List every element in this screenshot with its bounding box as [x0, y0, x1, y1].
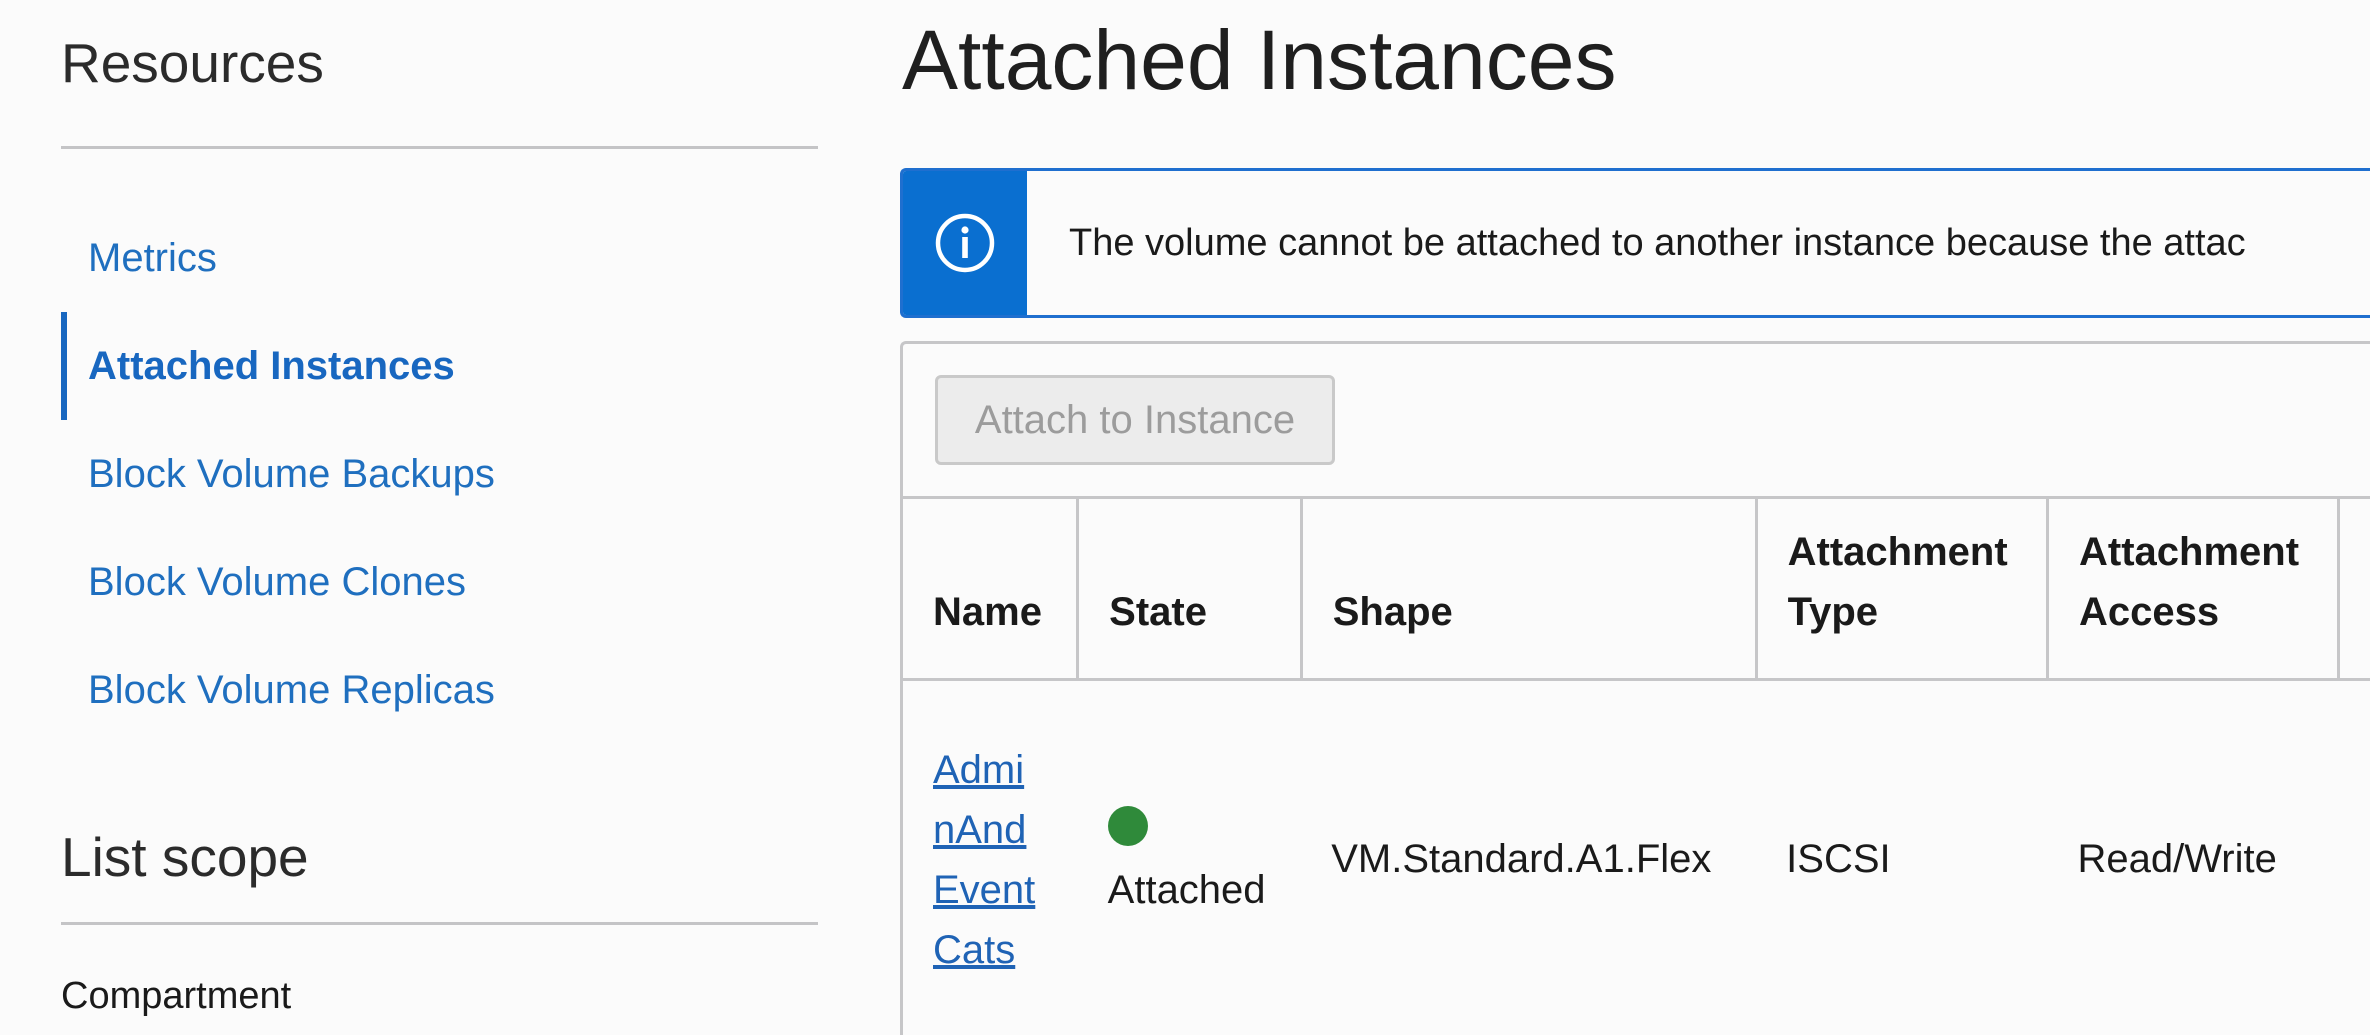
table-header-row: Name State Shape Attachment Type Attachm…: [903, 499, 2370, 681]
column-header-attachment-type[interactable]: Attachment Type: [1756, 499, 2050, 681]
page-title: Attached Instances: [902, 13, 1617, 107]
state-text: Attached: [1107, 867, 1266, 912]
column-header-overflow: [2338, 499, 2370, 681]
sidebar-item-label: Block Volume Clones: [88, 559, 466, 604]
state-cell: Attached: [1078, 679, 1302, 1035]
sidebar-item-block-volume-replicas[interactable]: Block Volume Replicas: [61, 636, 818, 744]
sidebar-item-block-volume-clones[interactable]: Block Volume Clones: [61, 528, 818, 636]
sidebar-item-label: Block Volume Replicas: [88, 667, 495, 712]
table-row: AdminAndEventCats Attached VM.Standard.A…: [903, 679, 2370, 1035]
resources-nav: Metrics Attached Instances Block Volume …: [61, 204, 818, 744]
sidebar-item-label: Metrics: [88, 235, 217, 280]
attached-instances-panel: Attach to Instance Name State Shape Atta…: [900, 341, 2370, 1035]
status-dot-icon: [1107, 805, 1148, 846]
column-header-attachment-access[interactable]: Attachment Access: [2047, 499, 2341, 681]
table-toolbar: Attach to Instance: [903, 344, 2370, 499]
info-banner-text: The volume cannot be attached to another…: [1069, 221, 2246, 264]
attached-instances-table: Name State Shape Attachment Type Attachm…: [903, 499, 2370, 1035]
info-icon: [935, 213, 995, 273]
sidebar-item-metrics[interactable]: Metrics: [61, 204, 818, 312]
sidebar-item-attached-instances[interactable]: Attached Instances: [61, 312, 818, 420]
sidebar-item-label: Block Volume Backups: [88, 451, 495, 496]
list-scope-title: List scope: [61, 826, 309, 888]
info-icon-container: [903, 171, 1027, 315]
info-banner: The volume cannot be attached to another…: [900, 168, 2370, 318]
page: Resources Metrics Attached Instances Blo…: [0, 0, 2370, 1035]
shape-cell: VM.Standard.A1.Flex: [1331, 837, 1712, 882]
column-header-shape[interactable]: Shape: [1301, 499, 1758, 681]
resources-title: Resources: [61, 32, 324, 94]
compartment-label: Compartment: [61, 975, 292, 1017]
attach-to-instance-button[interactable]: Attach to Instance: [935, 375, 1335, 465]
column-header-name[interactable]: Name: [903, 499, 1080, 681]
attachment-type-cell: ISCSI: [1786, 837, 1891, 882]
name-cell: AdminAndEventCats: [903, 679, 1078, 1035]
sidebar-item-label: Attached Instances: [88, 343, 455, 388]
attachment-access-cell: Read/Write: [2077, 837, 2277, 882]
instance-name-link[interactable]: AdminAndEventCats: [933, 740, 1043, 980]
sidebar-item-block-volume-backups[interactable]: Block Volume Backups: [61, 420, 818, 528]
main-content: Attached Instances The volume cannot be …: [900, 0, 2370, 1035]
divider: [61, 922, 818, 925]
divider: [61, 146, 818, 149]
column-header-state[interactable]: State: [1077, 499, 1303, 681]
overflow-cell: [2339, 679, 2370, 1035]
